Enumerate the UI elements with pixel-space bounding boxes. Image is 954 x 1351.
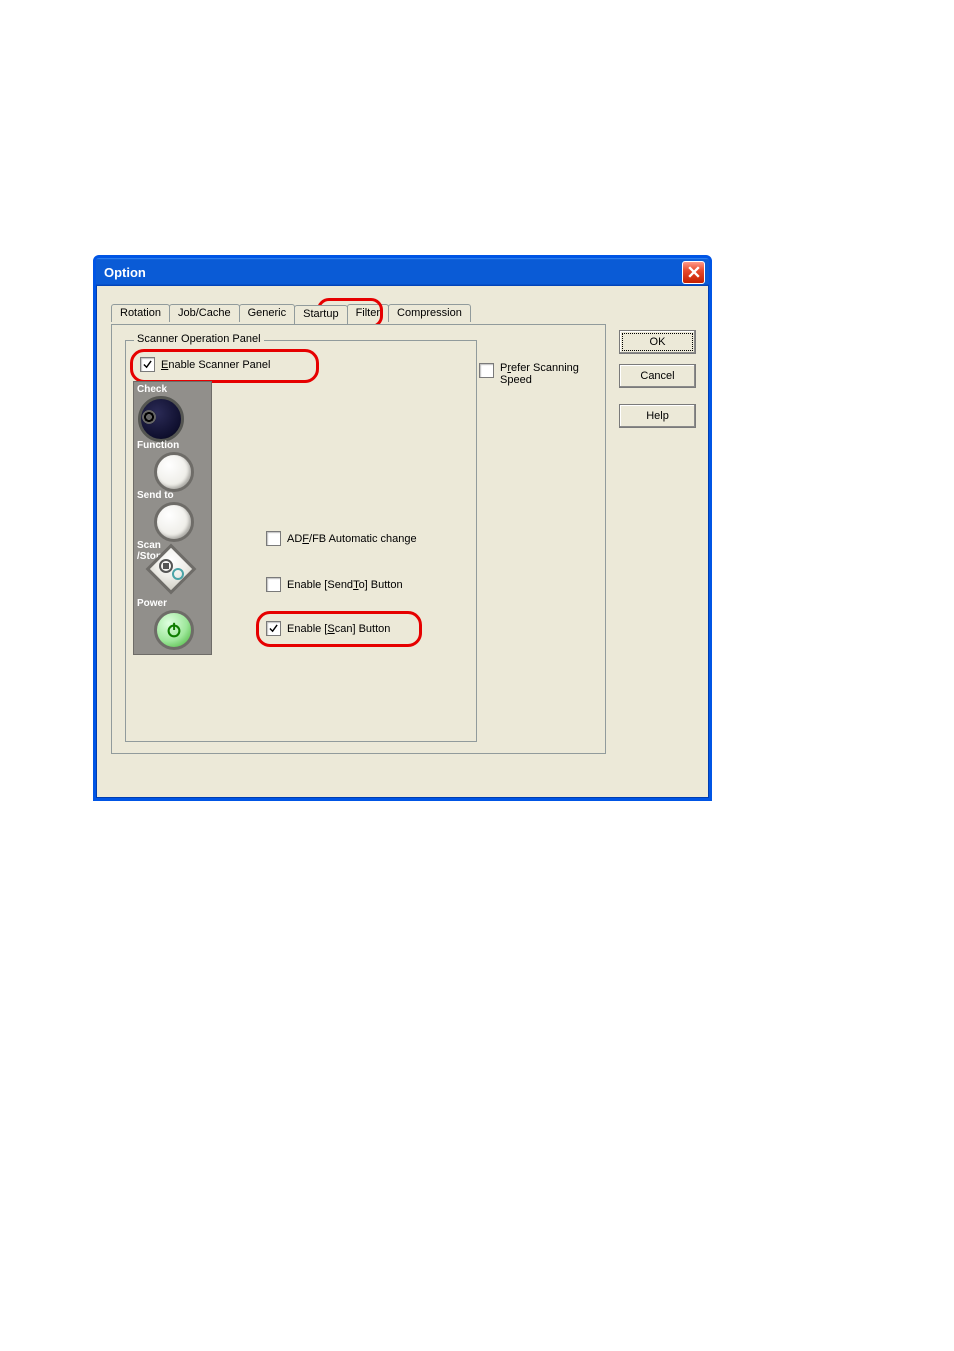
enable-scanner-panel-checkbox[interactable]: Enable Scanner Panel (140, 357, 270, 372)
adf-fb-auto-checkbox[interactable]: ADF/FB Automatic change (266, 531, 417, 546)
ok-button[interactable]: OK (619, 330, 696, 354)
enable-sendto-checkbox[interactable]: Enable [SendTo] Button (266, 577, 403, 592)
option-dialog: Option RotationJob/CacheGenericStartupFi… (93, 255, 712, 801)
tab-strip: RotationJob/CacheGenericStartupFilterCom… (111, 304, 470, 324)
checkbox-icon-empty (266, 577, 281, 592)
panel-scan-button (152, 550, 190, 588)
prefer-scanning-speed-checkbox[interactable]: Prefer Scanning Speed (479, 362, 579, 386)
enable-sendto-label: Enable [SendTo] Button (287, 579, 403, 591)
tab-generic[interactable]: Generic (239, 304, 296, 322)
tab-startup[interactable]: Startup (294, 305, 347, 324)
prefer-scanning-speed-label: Prefer Scanning Speed (500, 362, 579, 386)
checkbox-icon-empty (266, 531, 281, 546)
panel-sendto-label: Send to (137, 490, 174, 501)
close-icon (688, 266, 700, 278)
titlebar: Option (96, 258, 709, 286)
enable-scan-label: Enable [Scan] Button (287, 623, 390, 635)
scanner-panel-group: Scanner Operation Panel Enable Scanner P… (125, 340, 477, 742)
checkbox-icon (140, 357, 155, 372)
tab-jobcache[interactable]: Job/Cache (169, 304, 240, 322)
power-icon (165, 621, 183, 639)
tab-compression[interactable]: Compression (388, 304, 471, 322)
panel-target-icon (142, 410, 156, 424)
panel-power-button (154, 610, 194, 650)
panel-check-label: Check (137, 384, 167, 395)
diamond-icon (152, 550, 190, 588)
cancel-button[interactable]: Cancel (619, 364, 696, 388)
enable-scanner-panel-label: Enable Scanner Panel (161, 359, 270, 371)
panel-function-label: Function (137, 440, 179, 451)
adf-fb-auto-label: ADF/FB Automatic change (287, 533, 417, 545)
panel-function-button (154, 452, 194, 492)
checkbox-icon-empty (479, 363, 494, 378)
help-button[interactable]: Help (619, 404, 696, 428)
checkbox-icon (266, 621, 281, 636)
tab-rotation[interactable]: Rotation (111, 304, 170, 322)
panel-sendto-button (154, 502, 194, 542)
panel-power-label: Power (137, 598, 167, 609)
window-title: Option (104, 265, 682, 280)
close-button[interactable] (682, 261, 705, 284)
scanner-panel-graphic: Check Function Send to Scan /Stop (133, 381, 212, 655)
enable-scan-checkbox[interactable]: Enable [Scan] Button (266, 621, 390, 636)
scanner-panel-legend: Scanner Operation Panel (134, 333, 264, 345)
tab-filter[interactable]: Filter (347, 304, 389, 322)
client-area: RotationJob/CacheGenericStartupFilterCom… (99, 286, 706, 795)
